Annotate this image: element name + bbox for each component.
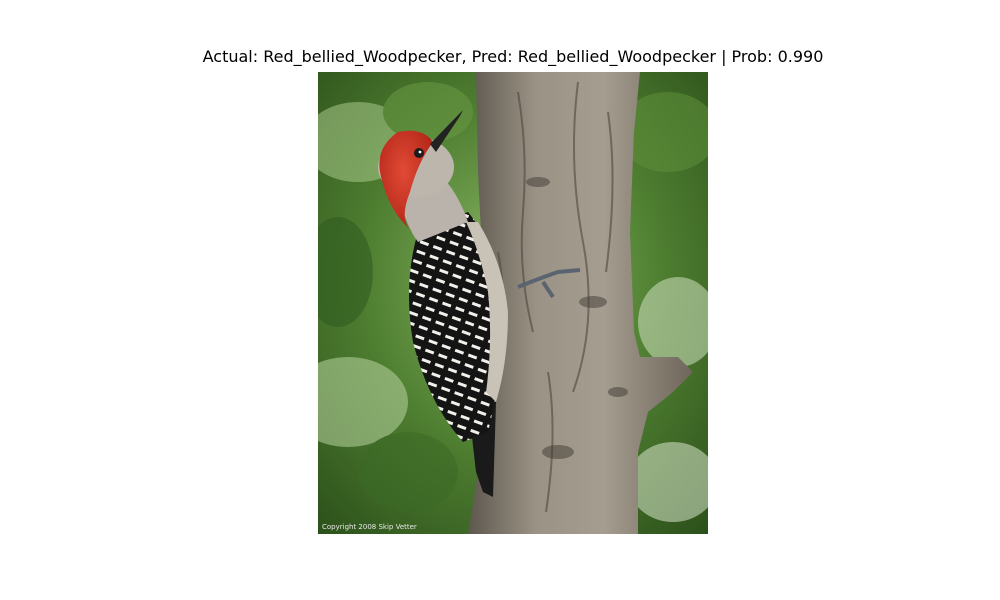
photo-watermark: Copyright 2008 Skip Vetter xyxy=(322,523,417,531)
figure-title: Actual: Red_bellied_Woodpecker, Pred: Re… xyxy=(202,47,824,66)
figure-canvas: Actual: Red_bellied_Woodpecker, Pred: Re… xyxy=(0,0,1000,600)
bird-photo xyxy=(318,72,708,534)
